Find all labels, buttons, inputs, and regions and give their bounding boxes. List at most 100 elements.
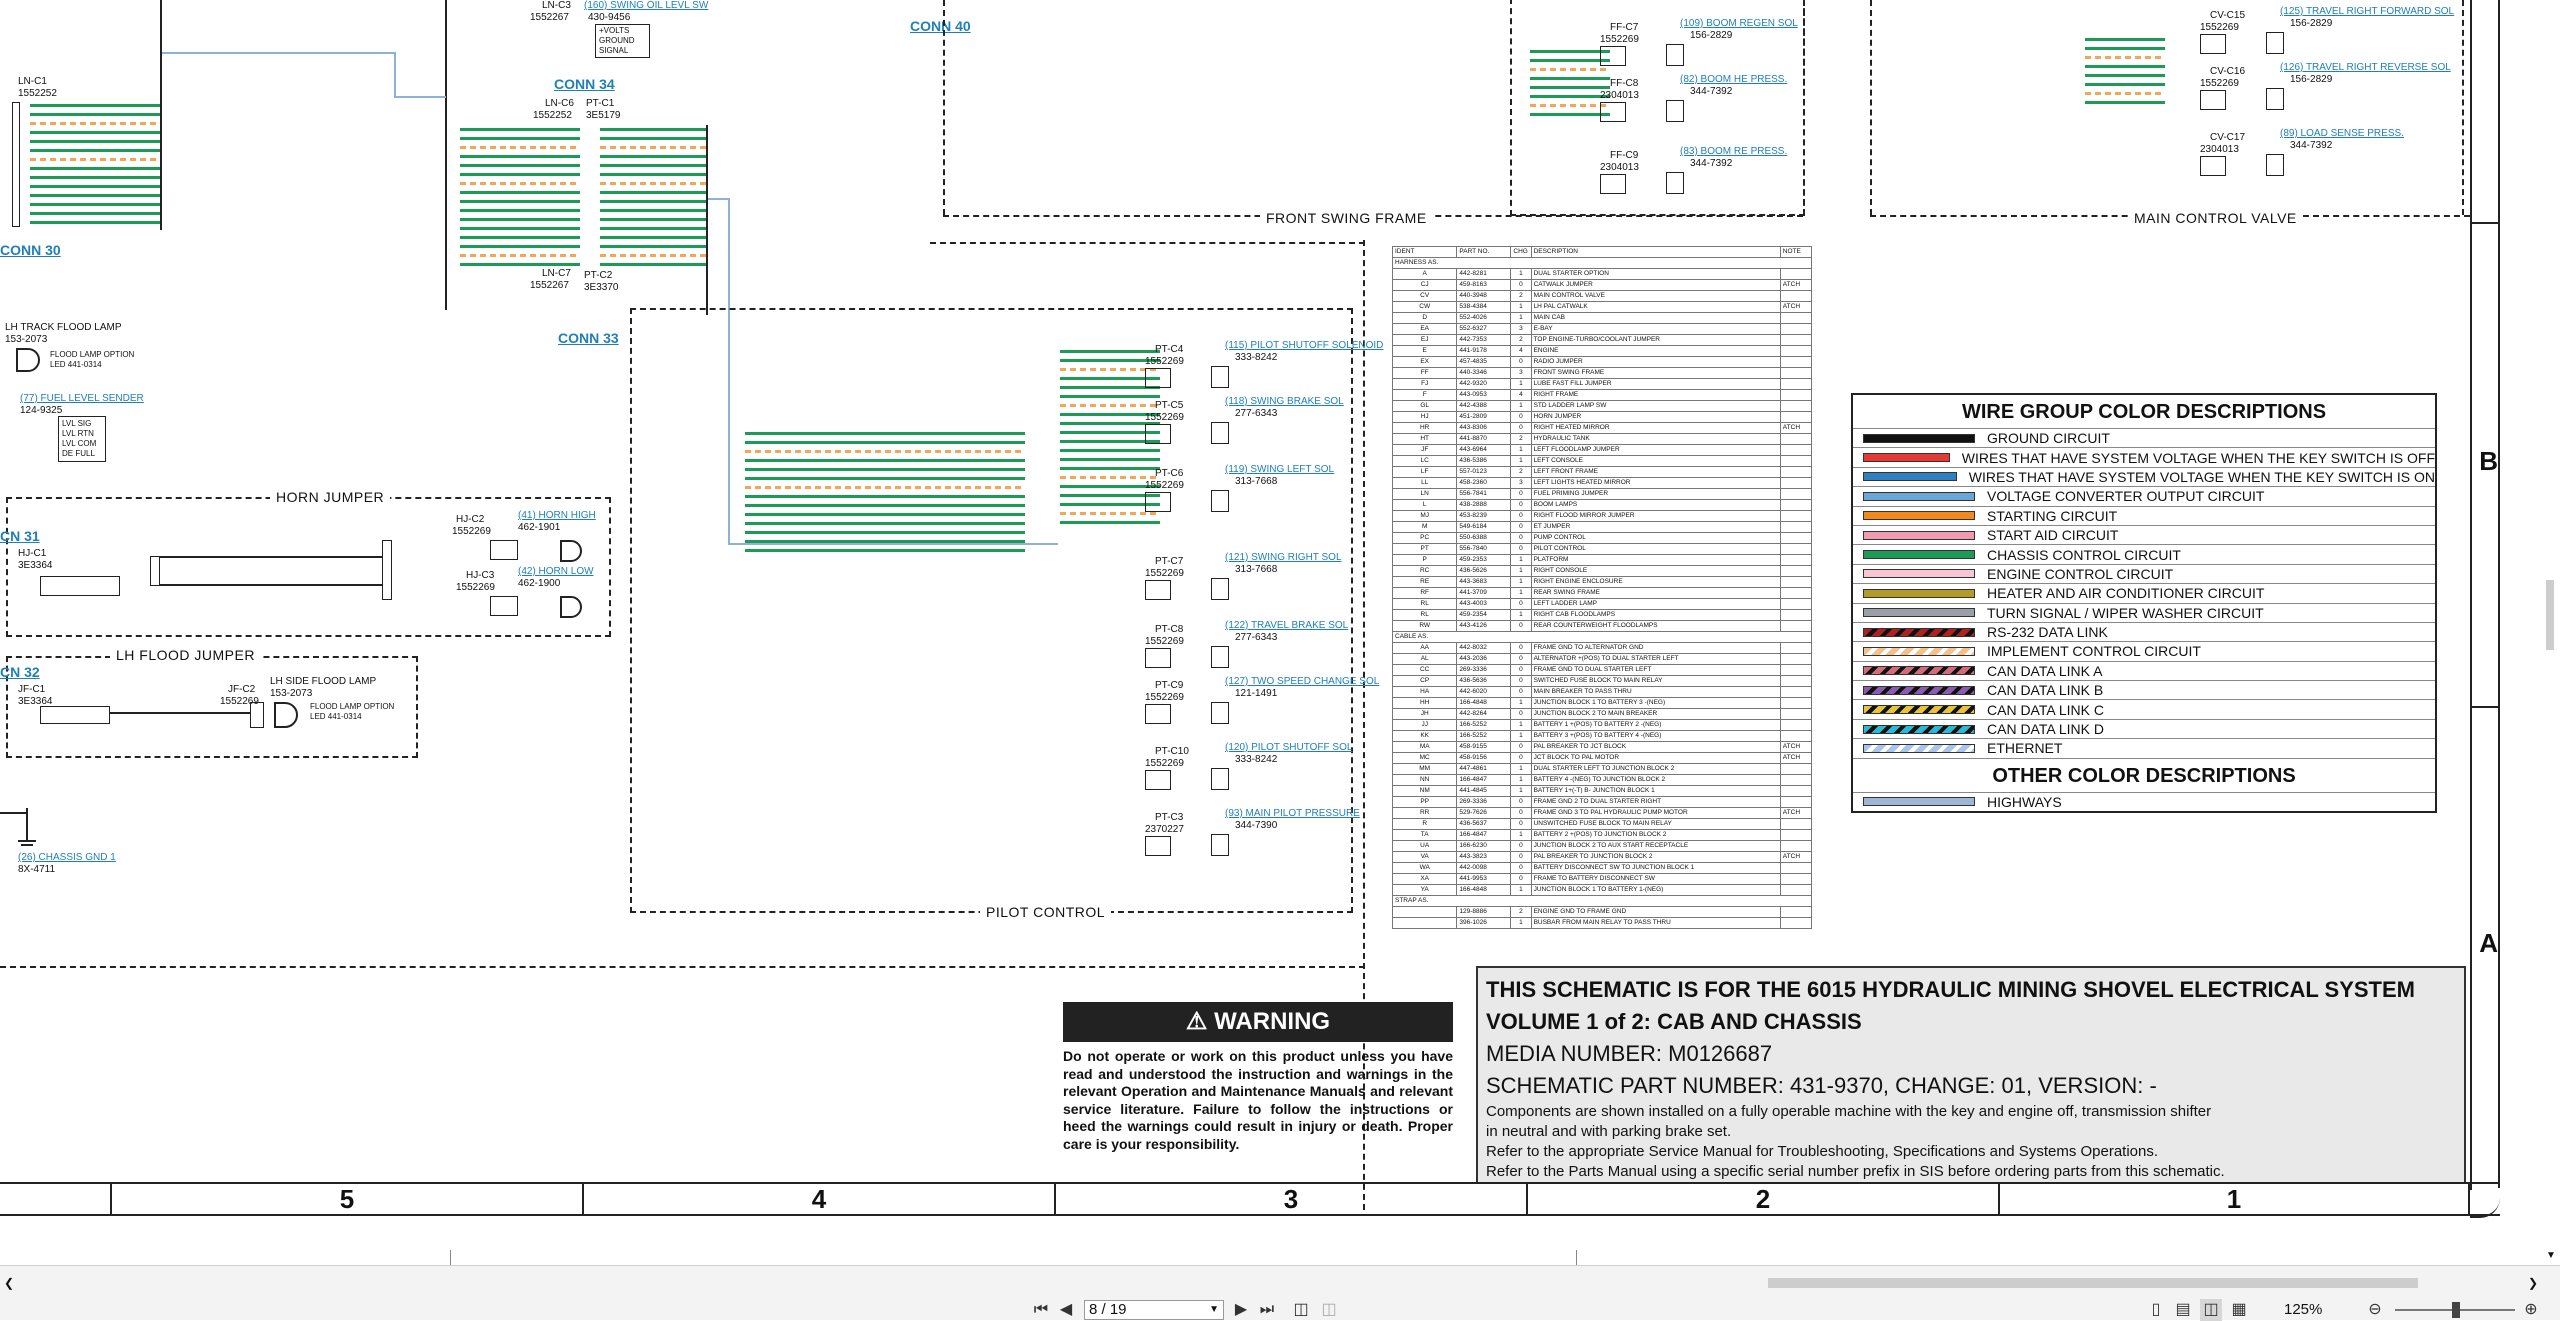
table-cell: HR [1391,422,1458,434]
scroll-left-icon[interactable]: ❮ [4,1276,14,1290]
page-dropdown-icon[interactable]: ▼ [1209,1301,1219,1319]
table-row: CV 440-3948 2 MAIN CONTROL VALVE [1391,290,1813,302]
table-cell: MC [1391,752,1458,764]
table-cell: ET JUMPER [1530,521,1781,533]
table-cell: JUNCTION BLOCK 1 TO BATTERY 3 -(NEG) [1530,697,1781,709]
horn-low-link[interactable]: (42) HORN LOW [518,566,594,578]
single-page-view-icon[interactable]: ▯ [2145,1299,2167,1321]
table-cell [1779,697,1813,709]
row-a-label: A [2479,928,2498,958]
conn30-label[interactable]: CONN 30 [0,242,61,258]
wire-line [460,209,580,212]
horizontal-scrollbar[interactable]: ❮ ❯ [0,1276,2540,1290]
table-cell [1779,389,1813,401]
table-row: RE 443-3683 1 RIGHT ENGINE ENCLOSURE [1391,576,1813,588]
horn-high-link[interactable]: (41) HORN HIGH [518,510,596,522]
last-page-icon[interactable]: ⏭ [1256,1299,1278,1321]
wire-line [600,182,706,185]
lnc3-label: LN-C3 [542,0,571,11]
pilot-name[interactable]: (115) PILOT SHUTOFF SOLENOID [1225,340,1383,352]
table-cell [1779,554,1813,566]
conn34-label[interactable]: CONN 34 [554,76,615,92]
table-row: MC 458-9156 0 JCT BLOCK TO PAL MOTOR ATCH [1391,752,1813,764]
wire-line [460,227,580,230]
legend-row: STARTING CIRCUIT [1853,505,2435,525]
chassis-gnd-link[interactable]: (26) CHASSIS GND 1 [18,852,116,864]
table-cell: 1 [1510,455,1532,467]
main_valve-name[interactable]: (125) TRAVEL RIGHT FORWARD SOL [2280,6,2454,18]
table-cell: VA [1391,851,1458,863]
page-copy-icon[interactable]: ◫ [1290,1299,1312,1321]
wire-bundle-ptc1 [600,128,706,272]
table-cell: 436-5386 [1456,455,1512,467]
pilot-name[interactable]: (122) TRAVEL BRAKE SOL [1225,620,1348,632]
table-cell: SWITCHED FUSE BLOCK TO MAIN RELAY [1530,675,1781,687]
legend-label: CAN DATA LINK A [1987,662,2103,679]
page-number-input[interactable]: 8 / 19 ▼ [1084,1300,1224,1320]
table-cell: PAL BREAKER TO JCT BLOCK [1530,741,1781,753]
conn32-label[interactable]: CN 32 [0,664,40,680]
pilot-name[interactable]: (93) MAIN PILOT PRESSURE [1225,808,1360,820]
pilot-name[interactable]: (120) PILOT SHUTOFF SOL [1225,742,1352,754]
conn33-label[interactable]: CONN 33 [558,330,619,346]
table-cell: 1 [1510,884,1532,896]
table-cell: A [1391,268,1458,280]
front_swing-name[interactable]: (83) BOOM RE PRESS. [1680,146,1787,158]
scroll-down-icon[interactable]: ▼ [2546,1250,2556,1261]
other-color-title: OTHER COLOR DESCRIPTIONS [1853,757,2435,792]
pilot-name[interactable]: (119) SWING LEFT SOL [1225,464,1334,476]
table-row: HR 443-8306 0 RIGHT HEATED MIRROR ATCH [1391,422,1813,434]
table-cell: 552-4026 [1456,312,1512,324]
wire-line [30,203,160,206]
conn31-label[interactable]: CN 31 [0,528,40,544]
table-row: 129-8886 2 ENGINE GND TO FRAME GND [1391,906,1813,918]
page-paste-icon[interactable]: ◫ [1318,1299,1340,1321]
main_valve-name[interactable]: (89) LOAD SENSE PRESS. [2280,128,2404,140]
fuel-sender-link[interactable]: (77) FUEL LEVEL SENDER [20,393,144,405]
pilot-name[interactable]: (118) SWING BRAKE SOL [1225,396,1344,408]
zoom-level[interactable]: 125% [2284,1300,2322,1320]
legend-row: ETHERNET [1853,738,2435,757]
table-row: M 549-6184 0 ET JUMPER [1391,521,1813,533]
two-page-view-icon[interactable]: ◫ [2200,1299,2222,1321]
table-cell: 1 [1510,719,1532,731]
first-page-icon[interactable]: ⏮ [1030,1299,1052,1321]
table-row: EJ 442-7353 2 TOP ENGINE-TURBO/COOLANT JUMP… [1391,334,1813,346]
info-line2: VOLUME 1 of 2: CAB AND CHASSIS [1486,1009,1862,1034]
main_valve-name[interactable]: (126) TRAVEL RIGHT REVERSE SOL [2280,62,2451,74]
table-cell: HA [1391,686,1458,698]
hjc3-part: 1552269 [456,582,495,593]
table-row: RL 443-4003 0 LEFT LADDER LAMP [1391,598,1813,610]
prev-page-icon[interactable]: ◀ [1055,1299,1077,1321]
wire-bundle-cv [2085,38,2165,110]
front_swing-id: FF-C8 [1610,78,1639,89]
pilot-name[interactable]: (121) SWING RIGHT SOL [1225,552,1342,564]
table-cell: PT [1391,543,1458,555]
table-cell: 3 [1510,323,1532,335]
table-row: MA 458-9155 0 PAL BREAKER TO JCT BLOCK ATCH [1391,741,1813,753]
horizontal-scroll-thumb[interactable] [1768,1278,2418,1288]
legend-swatch [1863,530,1975,540]
conn40-label[interactable]: CONN 40 [910,18,971,34]
zoom-slider-thumb[interactable] [2452,1302,2460,1318]
two-page-continuous-icon[interactable]: ▦ [2228,1299,2250,1321]
front_swing-name[interactable]: (109) BOOM REGEN SOL [1680,18,1798,30]
horn-low-part: 462-1900 [518,578,561,589]
table-cell: 556-7841 [1456,488,1512,500]
wire-line [600,128,706,131]
zoom-in-icon[interactable]: ⊕ [2520,1299,2542,1321]
swing-oil-link[interactable]: (160) SWING OIL LEVL SW [584,0,708,12]
wire-line [30,212,160,215]
pilot-part: 1552269 [1145,636,1184,647]
pilot-name[interactable]: (127) TWO SPEED CHANGE SOL [1225,676,1379,688]
wire-line [2085,74,2165,77]
zoom-out-icon[interactable]: ⊖ [2364,1299,2386,1321]
pilot-part: 1552269 [1145,412,1184,423]
next-page-icon[interactable]: ▶ [1230,1299,1252,1321]
continuous-view-icon[interactable]: ▤ [2172,1299,2194,1321]
scroll-right-icon[interactable]: ❯ [2528,1276,2538,1290]
vertical-scroll-thumb[interactable] [2546,580,2554,650]
table-row: CP 436-5636 0 SWITCHED FUSE BLOCK TO MAIN R… [1391,675,1813,687]
front_swing-name[interactable]: (82) BOOM HE PRESS. [1680,74,1787,86]
wire-line [600,137,706,140]
